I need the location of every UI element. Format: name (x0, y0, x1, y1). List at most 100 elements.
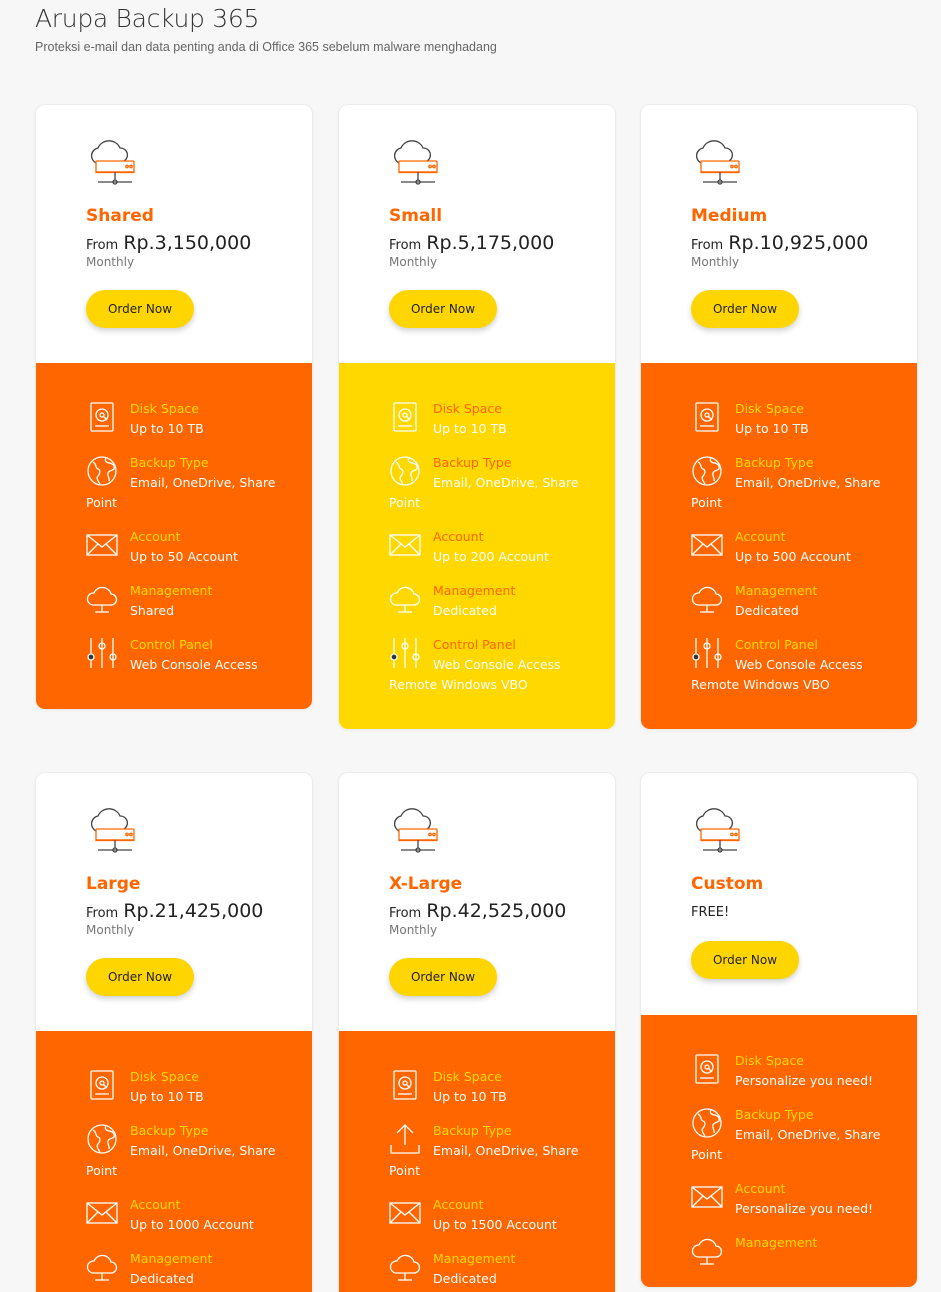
feature-item: Management (691, 1233, 897, 1265)
feature-item: Management Shared (86, 581, 292, 621)
price-value: Rp.42,525,000 (426, 900, 567, 922)
globe-icon (86, 1123, 118, 1155)
feature-item: Control Panel Web Console Access (86, 635, 292, 675)
order-now-button[interactable]: Order Now (389, 290, 497, 328)
cloud-server-icon (389, 139, 441, 189)
plan-card-large: Large From Rp.21,425,000 Monthly Order N… (35, 772, 313, 1292)
features-panel: Disk Space Up to 10 TB Backup Type Email, O… (36, 1031, 312, 1292)
plan-card-x-large: X-Large From Rp.42,525,000 Monthly Order… (338, 772, 616, 1292)
plan-card-medium: Medium From Rp.10,925,000 Monthly Order … (640, 104, 918, 730)
page-title: Arupa Backup 365 (35, 4, 260, 33)
plan-card-shared: Shared From Rp.3,150,000 Monthly Order N… (35, 104, 313, 710)
cloud-icon (86, 1251, 118, 1283)
disk-icon (389, 401, 421, 433)
plan-card-custom: Custom FREE! Order Now Disk Space Persona… (640, 772, 918, 1288)
envelope-icon (86, 529, 118, 561)
feature-item: Backup Type Email, OneDrive, Share Point (86, 453, 292, 513)
features-panel: Disk Space Up to 10 TB Backup Type Email, O… (339, 1031, 615, 1292)
plan-name: Large (86, 874, 141, 894)
cloud-icon (389, 1251, 421, 1283)
feature-item: Management Dedicated (389, 1249, 595, 1289)
plan-name: Small (389, 206, 443, 226)
upload-icon (389, 1123, 421, 1155)
feature-item: Disk Space Up to 10 TB (691, 399, 897, 439)
cloud-server-icon (691, 139, 743, 189)
order-now-button[interactable]: Order Now (691, 290, 799, 328)
feature-item: Management Dedicated (86, 1249, 292, 1289)
feature-item: Backup Type Email, OneDrive, Share Point (389, 1121, 595, 1181)
price: From Rp.42,525,000 (389, 900, 566, 922)
price-value: Rp.5,175,000 (426, 232, 555, 254)
cloud-icon (691, 583, 723, 615)
price-period: Monthly (691, 255, 740, 269)
feature-item: Management Dedicated (389, 581, 595, 621)
feature-item: Control Panel Web Console Access Remote W… (691, 635, 897, 695)
feature-item: Backup Type Email, OneDrive, Share Point (389, 453, 595, 513)
disk-icon (691, 401, 723, 433)
feature-item: Backup Type Email, OneDrive, Share Point (86, 1121, 292, 1181)
features-panel: Disk Space Personalize you need! Backup Ty… (641, 1015, 917, 1287)
features-panel: Disk Space Up to 10 TB Backup Type Email, O… (339, 363, 615, 729)
feature-item: Backup Type Email, OneDrive, Share Point (691, 1105, 897, 1165)
globe-icon (389, 455, 421, 487)
price-period: Monthly (86, 923, 135, 937)
page-subtitle: Proteksi e-mail dan data penting anda di… (35, 40, 497, 54)
feature-item: Account Personalize you need! (691, 1179, 897, 1219)
cloud-icon (691, 1235, 723, 1267)
cloud-icon (86, 583, 118, 615)
feature-item: Disk Space Up to 10 TB (389, 1067, 595, 1107)
cloud-server-icon (389, 807, 441, 857)
price: From Rp.3,150,000 (86, 232, 251, 254)
price-period: Monthly (389, 923, 438, 937)
sliders-icon (389, 637, 421, 669)
envelope-icon (691, 1181, 723, 1213)
plan-card-small: Small From Rp.5,175,000 Monthly Order No… (338, 104, 616, 730)
disk-icon (389, 1069, 421, 1101)
cloud-server-icon (691, 807, 743, 857)
page-header: Arupa Backup 365 Proteksi e-mail dan dat… (35, 0, 497, 54)
price: From Rp.5,175,000 (389, 232, 554, 254)
order-now-button[interactable]: Order Now (86, 958, 194, 996)
plan-name: X-Large (389, 874, 463, 894)
price-prefix: From (389, 238, 422, 253)
price: From Rp.10,925,000 (691, 232, 868, 254)
price-prefix: From (86, 238, 119, 253)
order-now-button[interactable]: Order Now (389, 958, 497, 996)
order-now-button[interactable]: Order Now (691, 941, 799, 979)
price-prefix: From (86, 906, 119, 921)
feature-item: Backup Type Email, OneDrive, Share Point (691, 453, 897, 513)
price-prefix: From (389, 906, 422, 921)
price-value: Rp.3,150,000 (123, 232, 252, 254)
globe-icon (691, 1107, 723, 1139)
feature-item: Disk Space Up to 10 TB (86, 1067, 292, 1107)
price-period: Monthly (86, 255, 135, 269)
price-period: Monthly (389, 255, 438, 269)
feature-item: Disk Space Personalize you need! (691, 1051, 897, 1091)
cloud-server-icon (86, 807, 138, 857)
feature-item: Disk Space Up to 10 TB (389, 399, 595, 439)
envelope-icon (691, 529, 723, 561)
features-panel: Disk Space Up to 10 TB Backup Type Email, O… (36, 363, 312, 709)
price-free: FREE! (691, 905, 730, 920)
disk-icon (86, 1069, 118, 1101)
feature-item: Disk Space Up to 10 TB (86, 399, 292, 439)
sliders-icon (691, 637, 723, 669)
feature-item: Control Panel Web Console Access Remote W… (389, 635, 595, 695)
envelope-icon (86, 1197, 118, 1229)
plan-name: Medium (691, 206, 768, 226)
plan-name: Shared (86, 206, 154, 226)
feature-item: Management Dedicated (691, 581, 897, 621)
cloud-icon (389, 583, 421, 615)
feature-item: Account Up to 200 Account (389, 527, 595, 567)
order-now-button[interactable]: Order Now (86, 290, 194, 328)
cloud-server-icon (86, 139, 138, 189)
price-prefix: From (691, 238, 724, 253)
price-value: Rp.21,425,000 (123, 900, 264, 922)
feature-item: Account Up to 500 Account (691, 527, 897, 567)
sliders-icon (86, 637, 118, 669)
disk-icon (691, 1053, 723, 1085)
features-panel: Disk Space Up to 10 TB Backup Type Email, O… (641, 363, 917, 729)
envelope-icon (389, 529, 421, 561)
envelope-icon (389, 1197, 421, 1229)
feature-item: Account Up to 50 Account (86, 527, 292, 567)
